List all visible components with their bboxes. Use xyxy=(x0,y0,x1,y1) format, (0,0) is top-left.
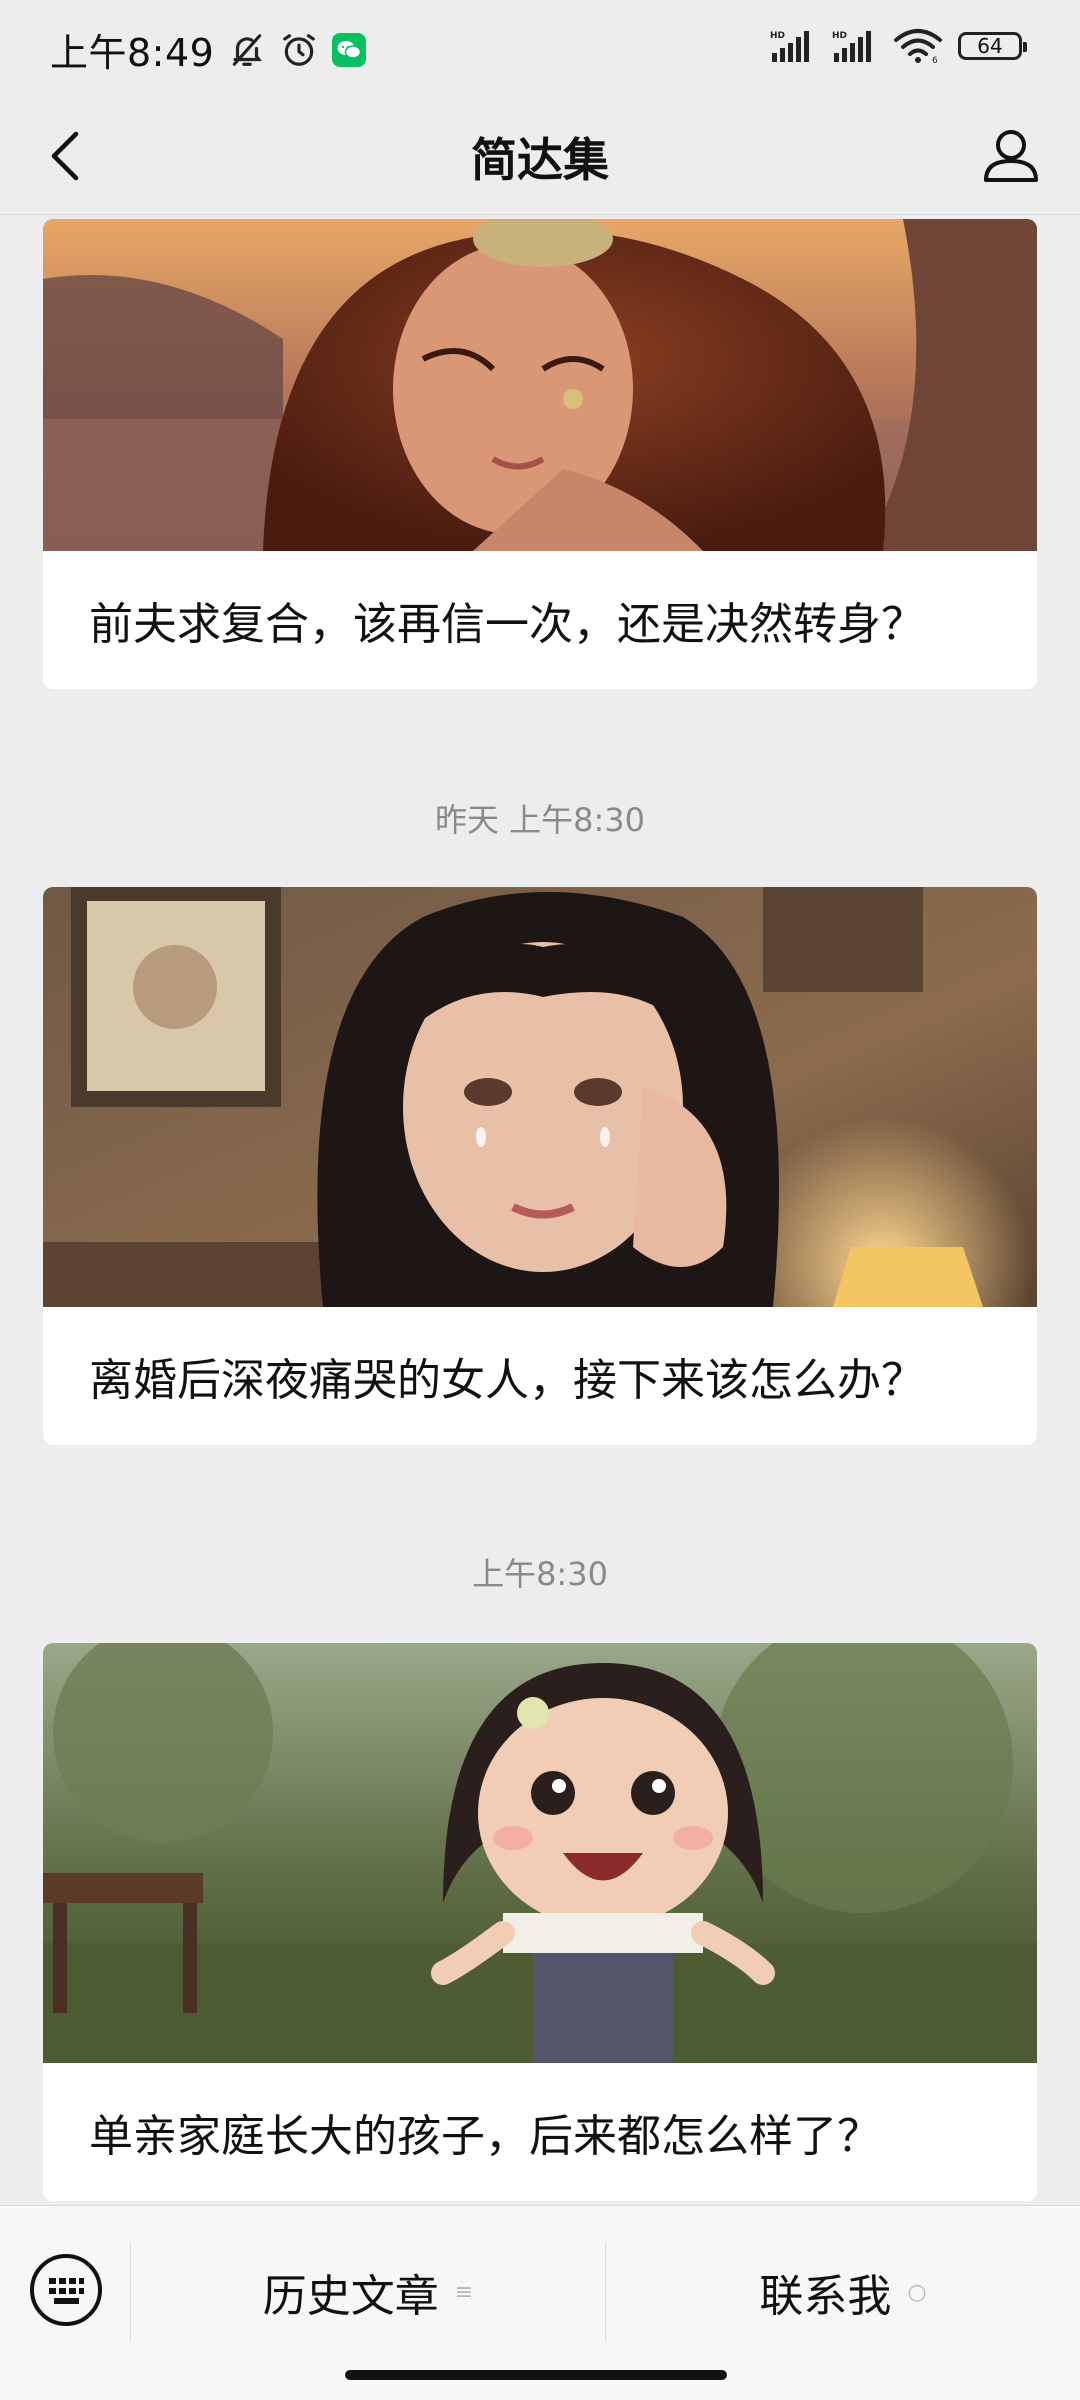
contact-me-label: 联系我 xyxy=(759,2271,892,2322)
signal-1-icon: HD xyxy=(770,29,816,63)
history-articles-button[interactable]: 历史文章 ≡ xyxy=(131,2242,605,2342)
crying-woman-illustration-icon xyxy=(43,887,1037,1307)
signal-1-label: HD xyxy=(770,31,785,41)
signal-2-icon: HD xyxy=(832,29,878,63)
article-feed[interactable]: 前夫求复合，该再信一次，还是决然转身？ 昨天 上午8:30 离婚后深夜痛哭的女人… xyxy=(0,215,1080,2205)
girl-sunset-illustration-icon xyxy=(43,219,1037,551)
article-title[interactable]: 离婚后深夜痛哭的女人，接下来该怎么办？ xyxy=(43,1307,1037,1445)
keyboard-toggle-button[interactable] xyxy=(24,2248,108,2332)
message-timestamp: 昨天 上午8:30 xyxy=(434,801,646,839)
home-indicator[interactable] xyxy=(345,2370,727,2380)
article-image[interactable] xyxy=(43,1643,1037,2063)
happy-child-illustration-icon xyxy=(43,1643,1037,2063)
battery-level: 64 xyxy=(977,34,1003,58)
wechat-notification-icon xyxy=(332,32,367,67)
article-image[interactable] xyxy=(43,887,1037,1307)
message-timestamp: 上午8:30 xyxy=(472,1555,608,1593)
wifi-icon: 6 xyxy=(894,28,942,64)
profile-button[interactable] xyxy=(978,122,1044,188)
menu-list-icon: ≡ xyxy=(454,2279,474,2305)
history-articles-label: 历史文章 xyxy=(262,2271,439,2322)
contact-me-button[interactable]: 联系我 ○ xyxy=(606,2242,1080,2342)
status-right: HD HD 6 64 xyxy=(770,28,1027,64)
battery-icon: 64 xyxy=(958,32,1027,60)
status-left: 上午8:49 xyxy=(50,22,367,77)
article-image[interactable] xyxy=(43,219,1037,551)
wifi-sub-label: 6 xyxy=(932,56,938,64)
nav-bar: 简达集 xyxy=(0,96,1080,215)
page-title: 简达集 xyxy=(471,133,609,187)
signal-2-label: HD xyxy=(832,31,847,41)
article-title[interactable]: 单亲家庭长大的孩子，后来都怎么样了？ xyxy=(43,2063,1037,2201)
alarm-icon xyxy=(280,31,318,69)
status-time: 上午8:49 xyxy=(50,31,215,75)
article-card[interactable]: 单亲家庭长大的孩子，后来都怎么样了？ xyxy=(43,1643,1037,2201)
screen: 上午8:49 HD HD 6 64 简达集 前夫求复合，该再信一次，还是决然转身… xyxy=(0,0,1080,2400)
article-card[interactable]: 前夫求复合，该再信一次，还是决然转身？ xyxy=(43,219,1037,689)
bell-muted-icon xyxy=(228,31,266,69)
user-icon xyxy=(984,130,1038,182)
status-bar: 上午8:49 HD HD 6 64 xyxy=(0,0,1080,96)
article-title[interactable]: 前夫求复合，该再信一次，还是决然转身？ xyxy=(43,551,1037,689)
chat-bubble-icon: ○ xyxy=(907,2279,927,2305)
keyboard-icon xyxy=(30,2254,102,2326)
article-card[interactable]: 离婚后深夜痛哭的女人，接下来该怎么办？ xyxy=(43,887,1037,1445)
